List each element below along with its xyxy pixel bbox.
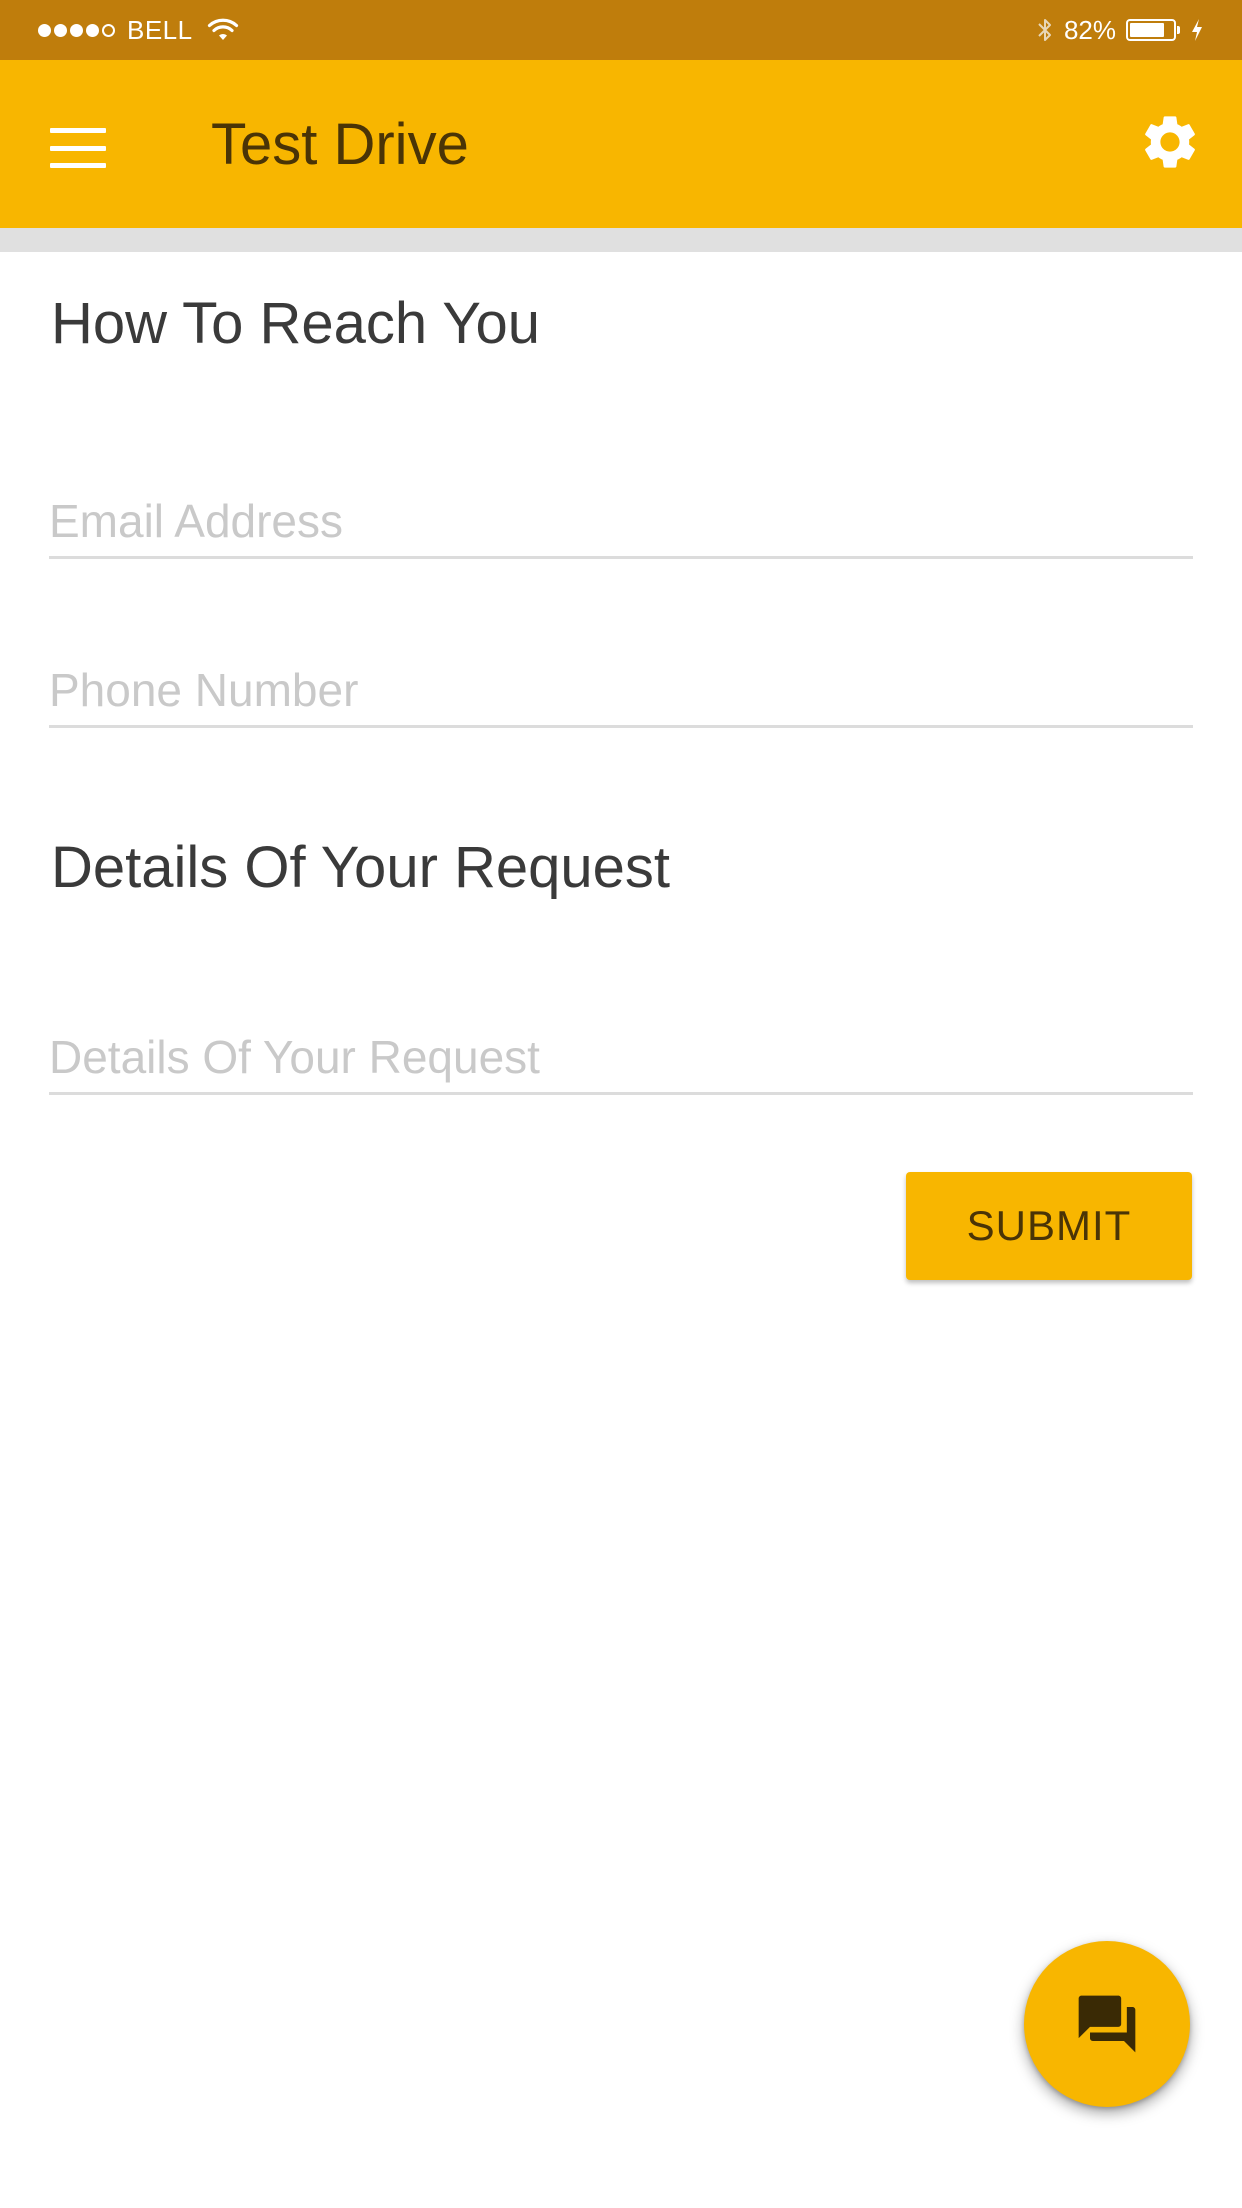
phone-field — [49, 655, 1193, 728]
battery-icon — [1126, 19, 1180, 41]
contact-section-heading: How To Reach You — [51, 291, 541, 356]
screen: BELL 82% Test Drive How To Reach You Ema… — [0, 0, 1242, 2208]
carrier-name: BELL — [127, 14, 193, 45]
chat-icon — [1078, 1995, 1136, 2053]
request-section-heading: Details Of Your Request — [51, 835, 671, 900]
bluetooth-icon — [1036, 17, 1054, 43]
email-field — [49, 486, 1193, 559]
chat-fab-button[interactable] — [1024, 1941, 1190, 2107]
details-field — [49, 1022, 1193, 1095]
status-right: 82% — [1036, 0, 1204, 60]
hamburger-menu-icon — [50, 128, 106, 168]
battery-percent: 82% — [1063, 14, 1116, 45]
page-title: Test Drive — [211, 112, 469, 177]
status-bar: BELL 82% — [0, 0, 1242, 60]
settings-button[interactable] — [1128, 100, 1212, 184]
details-input[interactable] — [49, 1022, 1193, 1092]
phone-input[interactable] — [49, 655, 1193, 725]
email-input[interactable] — [49, 486, 1193, 556]
menu-button[interactable] — [36, 106, 120, 190]
submit-button[interactable]: SUBMIT — [906, 1172, 1192, 1280]
app-bar: Test Drive — [0, 60, 1242, 228]
status-left: BELL — [38, 0, 239, 60]
wifi-icon — [207, 18, 239, 42]
gear-icon — [1145, 116, 1195, 168]
charging-bolt-icon — [1190, 18, 1204, 42]
app-bar-shadow-divider — [0, 228, 1242, 252]
signal-strength-icon — [38, 23, 115, 37]
